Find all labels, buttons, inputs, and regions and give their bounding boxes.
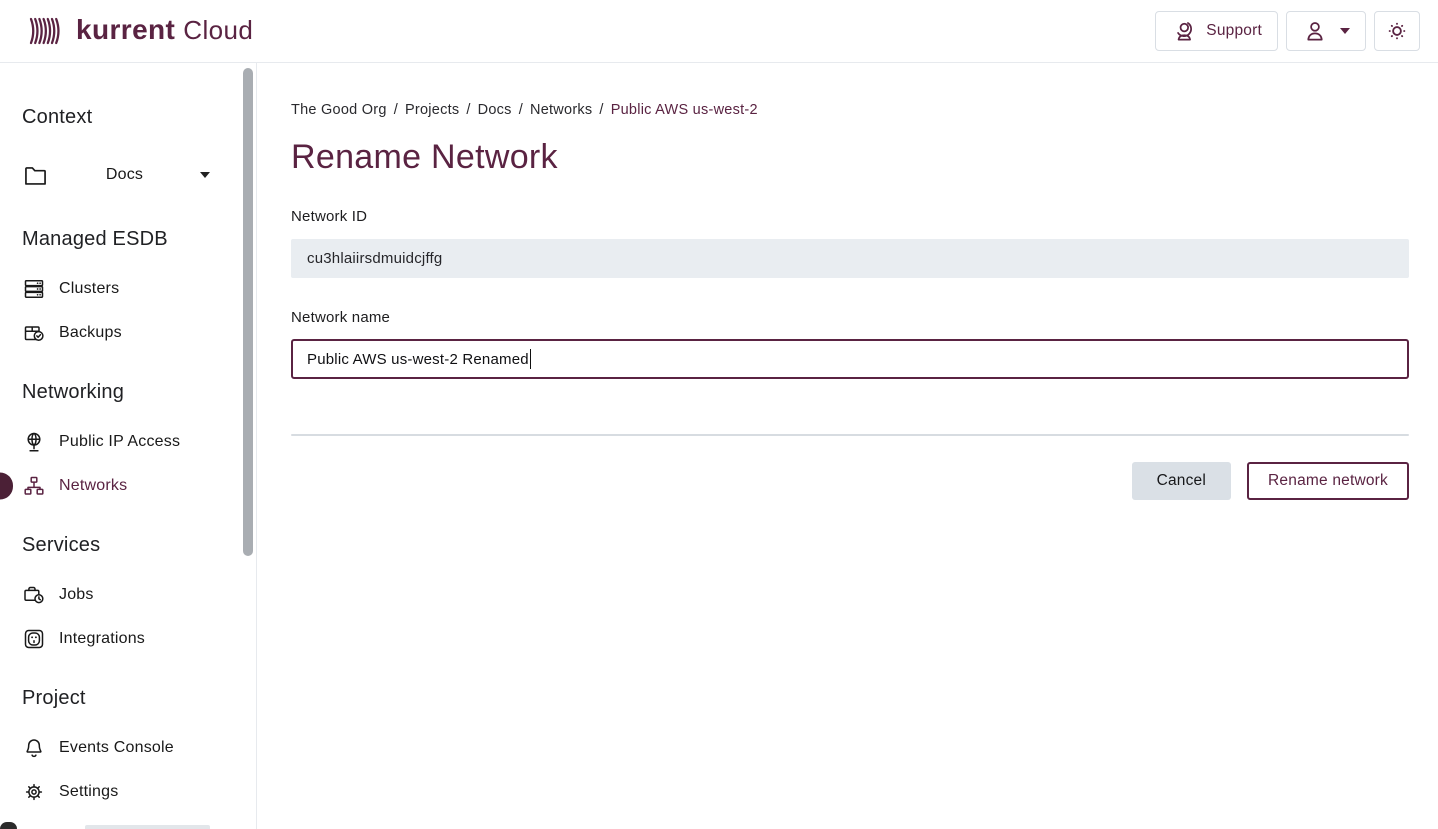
- bell-icon: [22, 736, 46, 760]
- breadcrumb-separator: /: [519, 102, 523, 118]
- section-title-networking: Networking: [22, 381, 256, 404]
- breadcrumb-link-networks[interactable]: Networks: [530, 102, 592, 118]
- sidebar-item-clusters[interactable]: Clusters: [22, 276, 256, 301]
- partially-visible-item-icon: [0, 822, 17, 829]
- breadcrumb-link-org[interactable]: The Good Org: [291, 102, 387, 118]
- breadcrumb-current: Public AWS us-west-2: [611, 102, 758, 118]
- rename-network-button[interactable]: Rename network: [1247, 462, 1409, 500]
- sidebar-item-backups[interactable]: Backups: [22, 320, 256, 345]
- backups-icon: [22, 321, 46, 345]
- section-title-services: Services: [22, 534, 256, 557]
- logo-brand-text: kurrent: [76, 14, 175, 46]
- sidebar: Context Docs Managed ESDB Clusters: [0, 63, 257, 829]
- top-header: kurrent Cloud Support: [0, 0, 1438, 63]
- sidebar-item-jobs[interactable]: Jobs: [22, 582, 256, 607]
- briefcase-clock-icon: [22, 583, 46, 607]
- sidebar-item-label: Clusters: [59, 280, 119, 298]
- user-menu-button[interactable]: [1286, 11, 1366, 51]
- support-button[interactable]: Support: [1155, 11, 1278, 51]
- breadcrumb-separator: /: [394, 102, 398, 118]
- network-id-field: cu3hlaiirsdmuidcjffg: [291, 239, 1409, 278]
- logo-suffix-text: Cloud: [183, 15, 253, 46]
- sidebar-item-integrations[interactable]: Integrations: [22, 626, 256, 651]
- network-id-label: Network ID: [291, 208, 1409, 225]
- chevron-down-icon: [1340, 28, 1350, 34]
- section-title-project: Project: [22, 687, 256, 710]
- sidebar-item-settings[interactable]: Settings: [22, 779, 256, 804]
- clusters-icon: [22, 277, 46, 301]
- main-content: The Good Org / Projects / Docs / Networks / Publ…: [257, 63, 1438, 829]
- sidebar-item-events-console[interactable]: Events Console: [22, 735, 256, 760]
- section-title-managed-esdb: Managed ESDB: [22, 228, 256, 251]
- context-selector-label: Docs: [49, 166, 200, 184]
- sidebar-item-label: Backups: [59, 324, 122, 342]
- text-cursor: [530, 349, 532, 369]
- breadcrumb-separator: /: [466, 102, 470, 118]
- network-name-value: Public AWS us-west-2 Renamed: [307, 351, 529, 368]
- breadcrumb-link-projects[interactable]: Projects: [405, 102, 459, 118]
- gear-icon: [22, 780, 46, 804]
- headset-support-icon: [1171, 18, 1197, 44]
- waveform-logo-icon: [28, 14, 68, 48]
- user-icon: [1302, 18, 1328, 44]
- section-title-context: Context: [22, 106, 256, 129]
- cancel-button[interactable]: Cancel: [1132, 462, 1231, 500]
- network-name-label: Network name: [291, 309, 1409, 326]
- context-selector-docs[interactable]: Docs: [22, 158, 216, 192]
- sidebar-item-label: Networks: [59, 477, 127, 495]
- sidebar-item-label: Settings: [59, 783, 118, 801]
- sidebar-item-public-ip-access[interactable]: Public IP Access: [22, 429, 256, 454]
- support-button-label: Support: [1206, 22, 1262, 40]
- form-divider: [291, 434, 1409, 436]
- breadcrumb: The Good Org / Projects / Docs / Networks / Publ…: [291, 102, 1409, 118]
- sun-icon: [1384, 18, 1410, 44]
- chevron-down-icon: [200, 172, 210, 178]
- globe-icon: [22, 430, 46, 454]
- breadcrumb-separator: /: [599, 102, 603, 118]
- sitemap-icon: [22, 474, 46, 498]
- sidebar-item-networks[interactable]: Networks: [22, 473, 256, 498]
- network-name-input[interactable]: Public AWS us-west-2 Renamed: [291, 339, 1409, 379]
- partially-visible-element: [85, 825, 210, 829]
- breadcrumb-link-docs[interactable]: Docs: [478, 102, 512, 118]
- folder-icon: [22, 162, 49, 189]
- sidebar-item-label: Integrations: [59, 630, 145, 648]
- theme-toggle-button[interactable]: [1374, 11, 1420, 51]
- sidebar-scrollbar[interactable]: [243, 68, 253, 556]
- sidebar-item-label: Public IP Access: [59, 433, 180, 451]
- network-id-value: cu3hlaiirsdmuidcjffg: [307, 250, 442, 267]
- outlet-icon: [22, 627, 46, 651]
- sidebar-item-label: Jobs: [59, 586, 94, 604]
- kurrent-cloud-logo[interactable]: kurrent Cloud: [28, 14, 253, 48]
- sidebar-item-label: Events Console: [59, 739, 174, 757]
- page-title: Rename Network: [291, 138, 1409, 177]
